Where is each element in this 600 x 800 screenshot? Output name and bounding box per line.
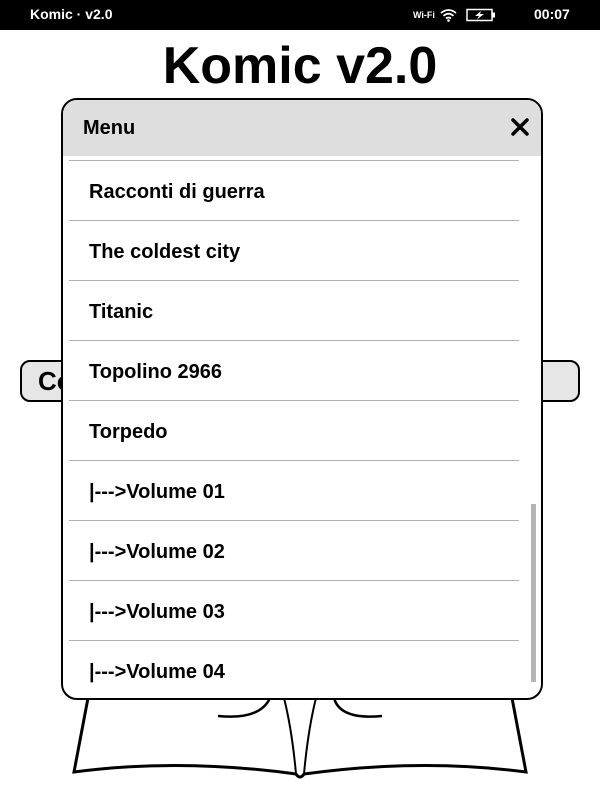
menu-item-volume-04[interactable]: |--->Volume 04 bbox=[69, 641, 519, 698]
menu-item-topolino-2966[interactable]: Topolino 2966 bbox=[69, 341, 519, 401]
menu-item-volume-01[interactable]: |--->Volume 01 bbox=[69, 461, 519, 521]
menu-item-label: Torpedo bbox=[89, 421, 168, 443]
wifi-label: Wi-Fi bbox=[413, 10, 435, 20]
menu-item-racconti-di-guerra[interactable]: Racconti di guerra bbox=[69, 161, 519, 221]
menu-item-titanic[interactable]: Titanic bbox=[69, 281, 519, 341]
close-icon bbox=[511, 118, 529, 136]
status-bar: Komic · v2.0 Wi-Fi 00:07 bbox=[0, 0, 600, 30]
app-title: Komic v2.0 bbox=[162, 37, 438, 95]
menu-item-label: Racconti di guerra bbox=[89, 181, 265, 203]
status-app-title: Komic · v2.0 bbox=[30, 6, 113, 22]
komic-screen: Komic · v2.0 Wi-Fi 00:07 Komic v2.0 Co u… bbox=[0, 0, 600, 800]
menu-item-label: |--->Volume 01 bbox=[89, 481, 225, 503]
menu-item-torpedo[interactable]: Torpedo bbox=[69, 401, 519, 461]
menu-item-label: |--->Volume 04 bbox=[89, 661, 225, 683]
menu-item-label: The coldest city bbox=[89, 241, 241, 263]
wifi-icon bbox=[440, 9, 457, 22]
menu-item-label: Topolino 2966 bbox=[89, 361, 222, 383]
open-book-illustration bbox=[72, 697, 528, 779]
battery-charging-icon bbox=[466, 8, 495, 22]
menu-item-volume-02[interactable]: |--->Volume 02 bbox=[69, 521, 519, 581]
close-button[interactable] bbox=[507, 114, 533, 140]
menu-item-label: |--->Volume 02 bbox=[89, 541, 225, 563]
menu-header: Menu bbox=[63, 100, 541, 156]
menu-item-the-coldest-city[interactable]: The coldest city bbox=[69, 221, 519, 281]
menu-item-volume-03[interactable]: |--->Volume 03 bbox=[69, 581, 519, 641]
menu-item-label: Titanic bbox=[89, 301, 154, 323]
menu-title: Menu bbox=[83, 117, 136, 139]
clock: 00:07 bbox=[534, 6, 570, 22]
menu-item-label: |--->Volume 03 bbox=[89, 601, 225, 623]
scrollbar-thumb[interactable] bbox=[531, 504, 536, 682]
menu-dialog: Menu Racconti di guerra The coldest city… bbox=[61, 98, 543, 700]
menu-list[interactable]: Racconti di guerra The coldest city Tita… bbox=[63, 156, 541, 698]
